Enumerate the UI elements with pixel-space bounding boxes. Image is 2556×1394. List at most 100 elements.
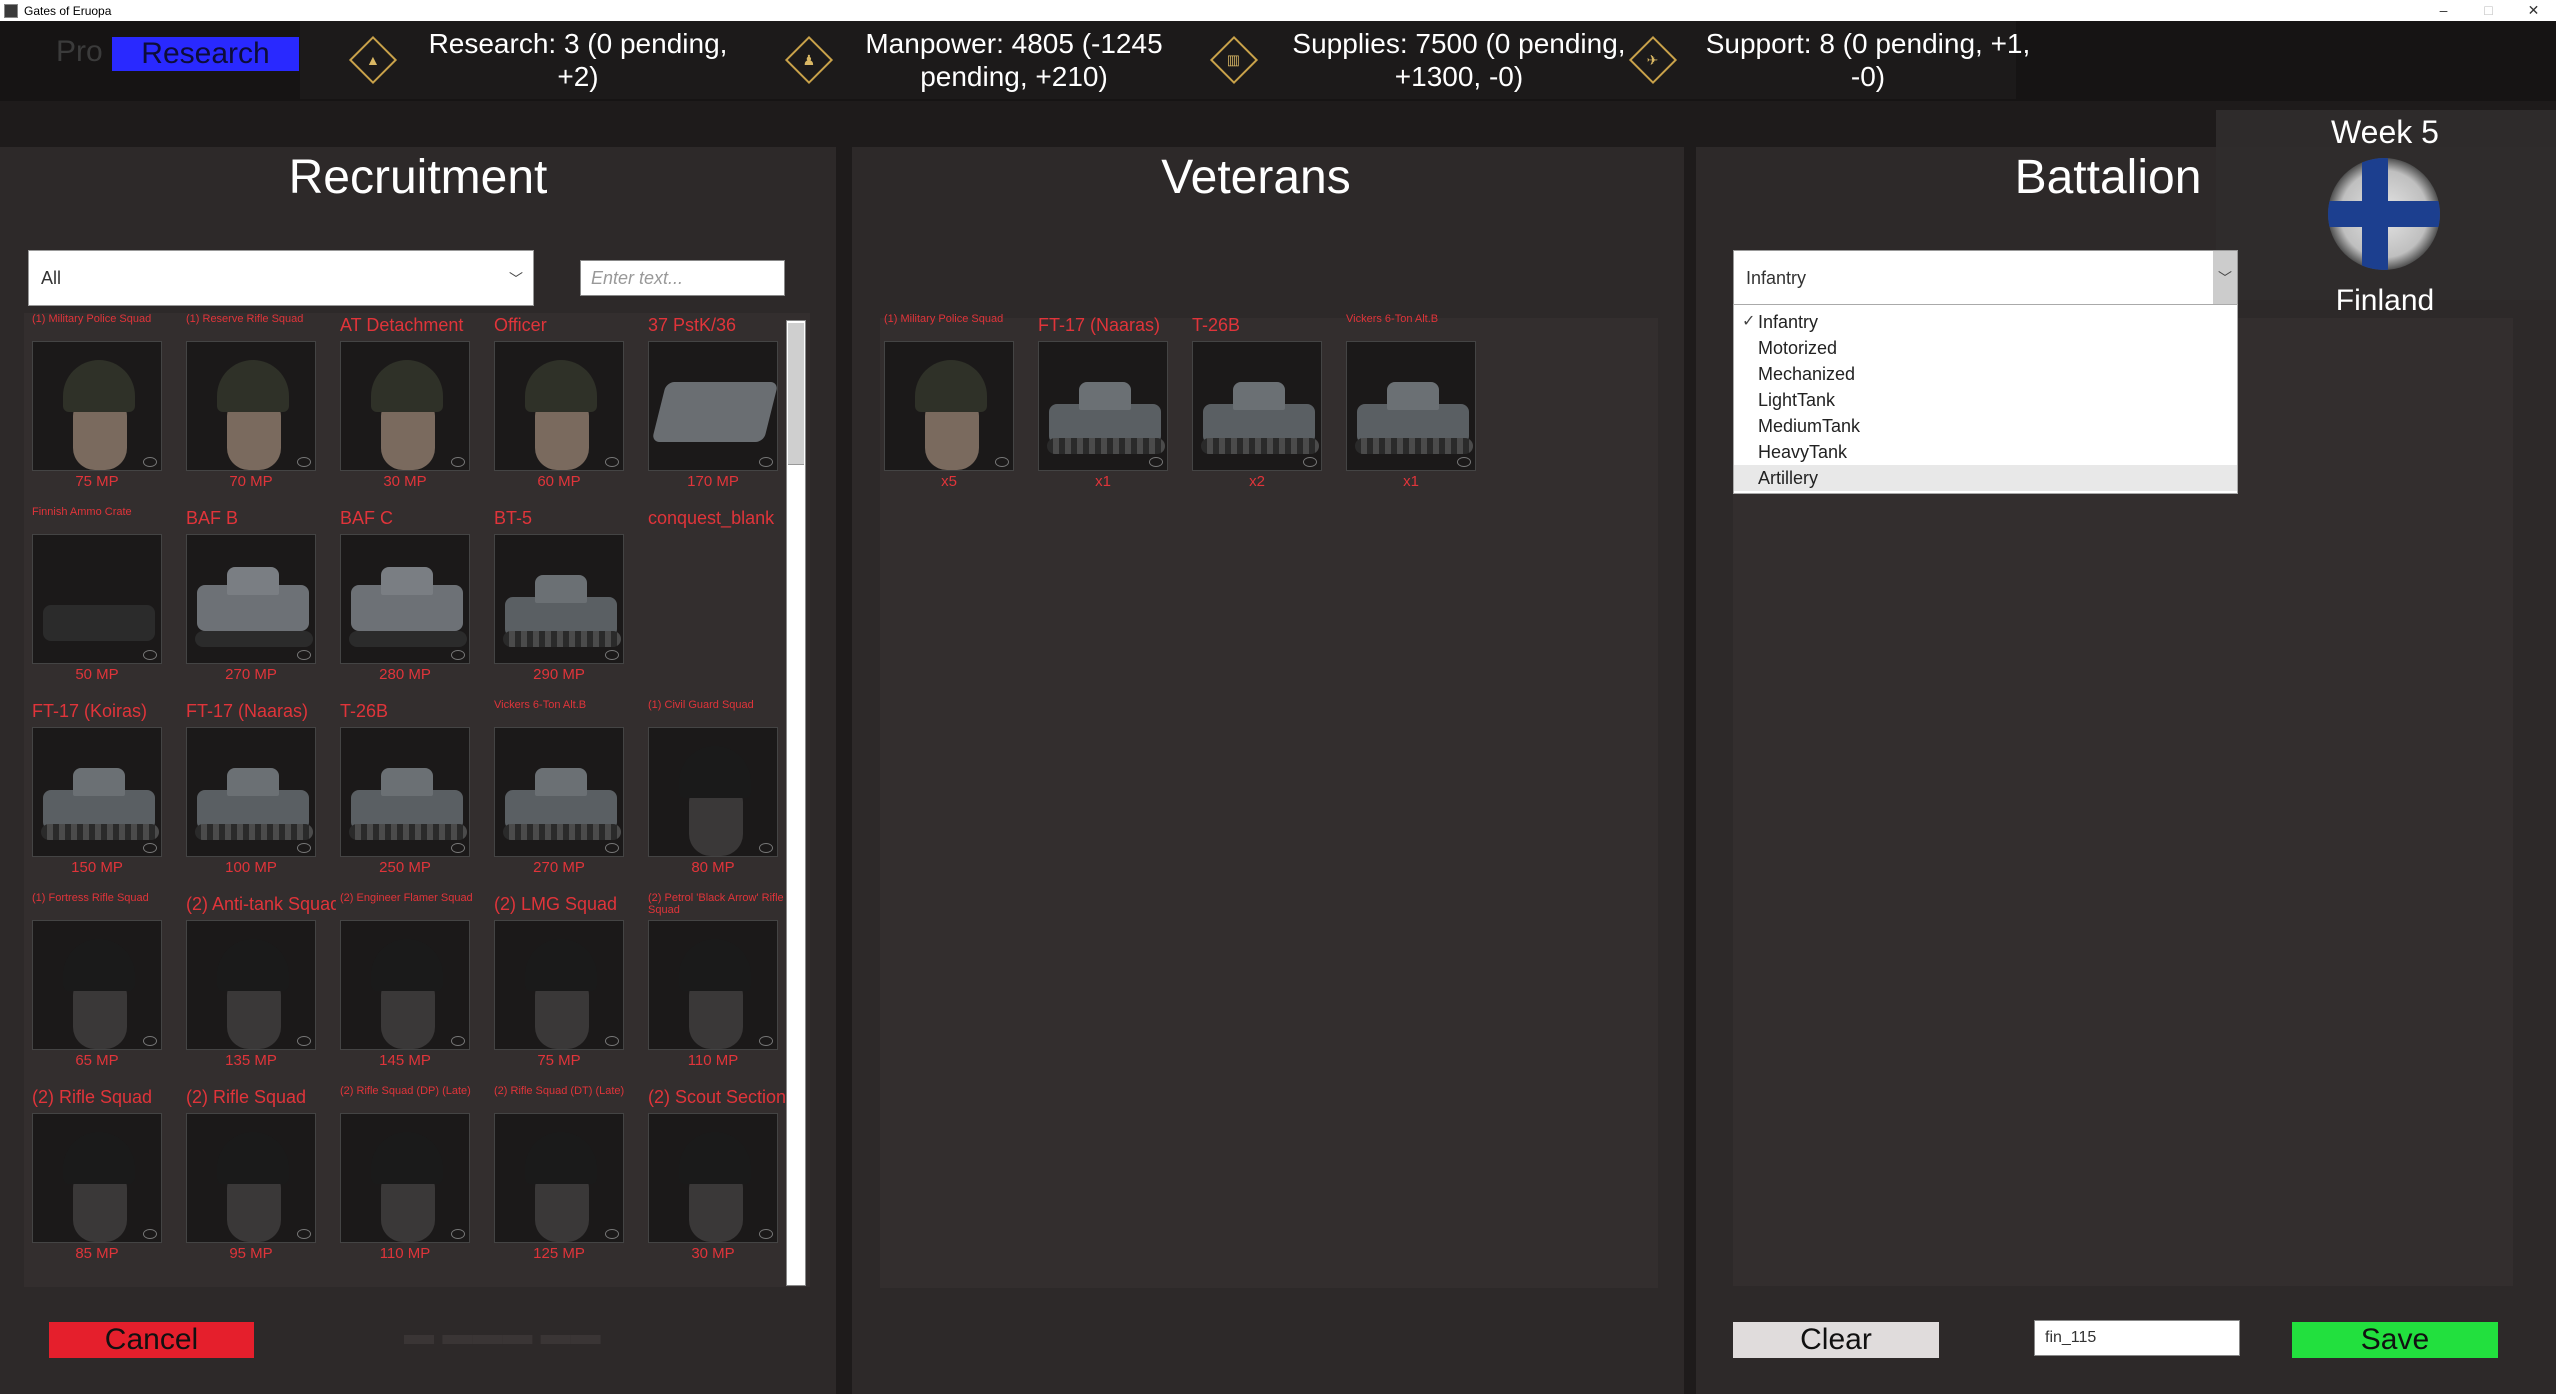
scrollbar-thumb[interactable] [788,323,804,465]
research-button[interactable]: Research [112,37,299,71]
recruitment-unit-card[interactable]: BAF C 280 MP [336,506,486,689]
recruitment-unit-card[interactable]: Officer 60 MP [490,313,640,496]
battalion-type-option[interactable]: Motorized [1734,335,2237,361]
recruitment-unit-card[interactable]: BAF B 270 MP [182,506,332,689]
unit-cost: 110 MP [379,1245,431,1262]
research-line2: +2) [557,61,599,92]
veterans-unit-card[interactable]: T-26B x2 [1188,313,1338,496]
eye-icon[interactable] [759,1036,773,1046]
recruitment-unit-card[interactable]: (2) Petrol 'Black Arrow' Rifle Squad 110 … [644,892,786,1075]
eye-icon[interactable] [1149,457,1163,467]
eye-icon[interactable] [759,843,773,853]
battalion-type-option[interactable]: MediumTank [1734,413,2237,439]
eye-icon[interactable] [451,1036,465,1046]
eye-icon[interactable] [143,1229,157,1239]
recruitment-unit-card[interactable]: (1) Reserve Rifle Squad 70 MP [182,313,332,496]
clear-button[interactable]: Clear [1733,1322,1939,1358]
unit-cost: 80 MP [691,859,735,876]
eye-icon[interactable] [451,843,465,853]
unit-portrait [340,727,470,857]
eye-icon[interactable] [143,843,157,853]
eye-icon[interactable] [1457,457,1471,467]
battalion-type-option[interactable]: Artillery [1734,465,2237,491]
supplies-line2: +1300, -0) [1394,61,1524,92]
unit-portrait [494,727,624,857]
eye-icon[interactable] [605,457,619,467]
eye-icon[interactable] [143,457,157,467]
recruitment-unit-card[interactable]: FT-17 (Koiras) 150 MP [28,699,178,882]
unit-cost: 75 MP [75,473,119,490]
recruitment-unit-card[interactable]: (2) Engineer Flamer Squad 145 MP [336,892,486,1075]
unit-filter-select[interactable]: All ﹀ [28,250,534,306]
eye-icon[interactable] [759,457,773,467]
eye-icon[interactable] [451,457,465,467]
eye-icon[interactable] [297,457,311,467]
recruitment-unit-card[interactable]: AT Detachment 30 MP [336,313,486,496]
unit-portrait [340,920,470,1050]
veterans-unit-card[interactable]: (1) Military Police Squad x5 [880,313,1030,496]
recruitment-unit-card[interactable]: (2) Anti-tank Squad 135 MP [182,892,336,1075]
eye-icon[interactable] [297,650,311,660]
unit-portrait [1192,341,1322,471]
unit-cost: 135 MP [225,1052,277,1069]
battalion-type-option[interactable]: HeavyTank [1734,439,2237,465]
recruitment-unit-card[interactable]: (2) Rifle Squad 95 MP [182,1085,332,1268]
eye-icon[interactable] [451,650,465,660]
battalion-type-option[interactable]: Infantry [1734,309,2237,335]
eye-icon[interactable] [297,1036,311,1046]
eye-icon[interactable] [143,1036,157,1046]
maximize-icon[interactable]: □ [2466,2,2511,19]
recruitment-unit-card[interactable]: Finnish Ammo Crate 50 MP [28,506,178,689]
recruitment-unit-card[interactable]: (1) Military Police Squad 75 MP [28,313,178,496]
recruitment-unit-card[interactable]: conquest_blank [644,506,786,689]
eye-icon[interactable] [297,843,311,853]
week-label: Week 5 [2331,114,2439,150]
eye-icon[interactable] [605,1036,619,1046]
production-tab[interactable]: Pro [56,35,103,69]
eye-icon[interactable] [1303,457,1317,467]
eye-icon[interactable] [297,1229,311,1239]
recruitment-unit-card[interactable]: (2) Rifle Squad (DT) (Late) 125 MP [490,1085,640,1268]
save-button[interactable]: Save [2292,1322,2498,1358]
recruitment-unit-card[interactable]: BT-5 290 MP [490,506,640,689]
supplies-line1: Supplies: 7500 (0 pending, [1292,28,1626,59]
recruitment-unit-card[interactable]: FT-17 (Naaras) 100 MP [182,699,332,882]
recruitment-unit-card[interactable]: T-26B 250 MP [336,699,486,882]
unit-cost: 50 MP [75,666,119,683]
recruitment-unit-card[interactable]: (1) Fortress Rifle Squad 65 MP [28,892,178,1075]
recruitment-unit-card[interactable]: (2) Rifle Squad 85 MP [28,1085,178,1268]
unit-cost: 125 MP [533,1245,585,1262]
recruitment-unit-card[interactable]: 37 PstK/36 170 MP [644,313,786,496]
veterans-unit-card[interactable]: Vickers 6-Ton Alt.B x1 [1342,313,1492,496]
eye-icon[interactable] [451,1229,465,1239]
recruitment-unit-card[interactable]: Vickers 6-Ton Alt.B 270 MP [490,699,640,882]
eye-icon[interactable] [605,650,619,660]
recruitment-unit-card[interactable]: (1) Civil Guard Squad 80 MP [644,699,786,882]
eye-icon[interactable] [605,1229,619,1239]
eye-icon[interactable] [143,650,157,660]
unit-search-input[interactable]: Enter text... [580,260,785,296]
unit-name: Vickers 6-Ton Alt.B [494,699,587,711]
unit-portrait [32,341,162,471]
cancel-button[interactable]: Cancel [49,1322,254,1358]
battalion-type-select[interactable]: Infantry ﹀ [1733,250,2238,306]
manpower-icon: ♟ [784,35,834,85]
minimize-icon[interactable]: – [2421,2,2466,19]
recruitment-unit-card[interactable]: (2) LMG Squad 75 MP [490,892,640,1075]
unit-cost: 110 MP [687,1052,739,1069]
veterans-unit-card[interactable]: FT-17 (Naaras) x1 [1034,313,1184,496]
battalion-type-option[interactable]: Mechanized [1734,361,2237,387]
recruitment-scrollbar[interactable] [786,320,806,1286]
unit-name: 37 PstK/36 [648,315,737,335]
eye-icon[interactable] [995,457,1009,467]
recruitment-unit-card[interactable]: (2) Scout Section 30 MP [644,1085,786,1268]
battalion-name-input[interactable]: fin_115 [2034,1320,2240,1356]
eye-icon[interactable] [759,1229,773,1239]
window-title: Gates of Eruopa [24,3,112,18]
recruitment-unit-card[interactable]: (2) Rifle Squad (DP) (Late) 110 MP [336,1085,486,1268]
manpower-line1: Manpower: 4805 (-1245 [865,28,1163,59]
battalion-type-option[interactable]: LightTank [1734,387,2237,413]
eye-icon[interactable] [605,843,619,853]
support-icon: ✈ [1628,35,1678,85]
close-icon[interactable]: ✕ [2511,2,2556,19]
